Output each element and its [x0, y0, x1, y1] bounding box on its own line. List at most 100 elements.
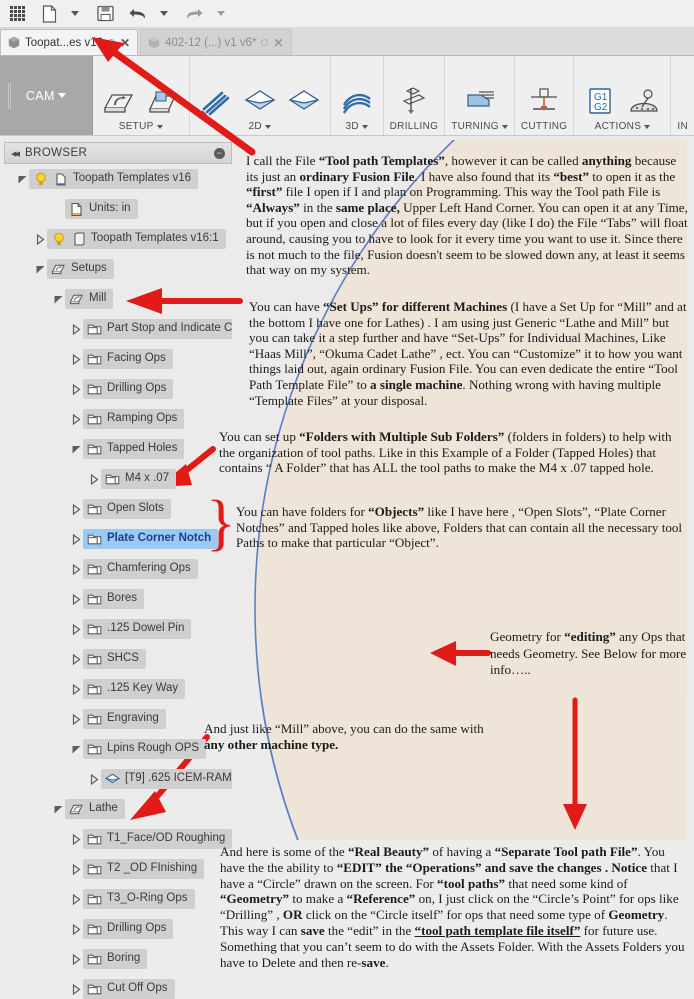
tree-item-pill[interactable]: Bores [83, 589, 145, 609]
tree-item-plate-corner-notch[interactable]: Plate Corner Notch [0, 528, 232, 550]
tree-item-pill[interactable]: Tapped Holes [83, 439, 185, 459]
new-document-dropdown[interactable] [62, 2, 84, 26]
expand-arrow-open-icon[interactable] [70, 744, 83, 755]
2d-face-icon[interactable] [284, 81, 324, 121]
tree-item-pill[interactable]: Open Slots [83, 499, 171, 519]
expand-arrow-closed-icon[interactable] [70, 353, 83, 365]
tree-item-mill[interactable]: Mill [0, 288, 232, 310]
tree-item-setups[interactable]: Setups [0, 258, 232, 280]
expand-arrow-closed-icon[interactable] [70, 653, 83, 665]
tree-item-engraving[interactable]: Engraving [0, 708, 232, 730]
expand-arrow-closed-icon[interactable] [70, 893, 83, 905]
expand-arrow-closed-icon[interactable] [34, 233, 47, 245]
tree-item-pill[interactable]: [T9] .625 ICEM-RAMP [101, 769, 232, 789]
expand-arrow-closed-icon[interactable] [70, 593, 83, 605]
tree-item-pill[interactable]: T3_O-Ring Ops [83, 889, 195, 909]
redo-button[interactable] [183, 2, 206, 26]
tree-item-pill[interactable]: Cut Off Ops [83, 979, 175, 999]
file-tab-inactive[interactable]: 402-12 (...) v1 v6* ✕ [140, 29, 292, 55]
expand-arrow-closed-icon[interactable] [88, 473, 101, 485]
expand-arrow-closed-icon[interactable] [70, 713, 83, 725]
expand-arrow-closed-icon[interactable] [70, 533, 83, 545]
tree-item-pill[interactable]: Units: in [65, 199, 138, 219]
tree-item-pill[interactable]: Toopath Templates v16:1 [47, 229, 226, 249]
tree-item-t3-o-ring-ops[interactable]: T3_O-Ring Ops [0, 888, 232, 910]
ribbon-panel-actions-label[interactable]: ACTIONS [595, 121, 651, 132]
tree-item-pill[interactable]: T2 _OD FInishing [83, 859, 205, 879]
tree-item-pill[interactable]: .125 Key Way [83, 679, 186, 699]
tree-item-t2-od-finishing[interactable]: T2 _OD FInishing [0, 858, 232, 880]
ribbon-panel-cutting-label[interactable]: CUTTING [521, 121, 568, 132]
tree-item-ramping-ops[interactable]: Ramping Ops [0, 408, 232, 430]
3d-adaptive-icon[interactable] [337, 81, 377, 121]
tree-item-pill[interactable]: Boring [83, 949, 148, 969]
tree-item-125-key-way[interactable]: .125 Key Way [0, 678, 232, 700]
expand-arrow-closed-icon[interactable] [70, 383, 83, 395]
tree-item-boring[interactable]: Boring [0, 948, 232, 970]
file-tab-active[interactable]: Toopat...es v16 ✕ [0, 29, 139, 55]
2d-adaptive-icon[interactable] [196, 81, 236, 121]
tree-item-units-in[interactable]: Units: in [0, 198, 232, 220]
2d-pocket-icon[interactable] [240, 81, 280, 121]
tree-item-pill[interactable]: M4 x .07 [101, 469, 177, 489]
expand-arrow-closed-icon[interactable] [70, 323, 83, 335]
close-icon[interactable]: ✕ [273, 37, 283, 49]
tree-item-pill[interactable]: Lathe [65, 799, 125, 819]
expand-arrow-closed-icon[interactable] [70, 503, 83, 515]
tree-item-bores[interactable]: Bores [0, 588, 232, 610]
tree-item-chamfering-ops[interactable]: Chamfering Ops [0, 558, 232, 580]
cutting-icon[interactable] [524, 81, 564, 121]
tree-item-pill[interactable]: Facing Ops [83, 349, 173, 369]
folder-new-icon[interactable] [143, 81, 183, 121]
tree-item-pill[interactable]: Lpins Rough OPS [83, 739, 207, 759]
tree-item-lathe[interactable]: Lathe [0, 798, 232, 820]
tree-item-pill[interactable]: Engraving [83, 709, 166, 729]
expand-arrow-closed-icon[interactable] [88, 773, 101, 785]
ribbon-panel-2d-label[interactable]: 2D [248, 121, 271, 132]
tree-item-pill[interactable]: Chamfering Ops [83, 559, 198, 579]
drilling-icon[interactable] [394, 81, 434, 121]
expand-arrow-closed-icon[interactable] [70, 953, 83, 965]
tree-item-pill[interactable]: Toopath Templates v16 [29, 169, 199, 189]
workspace-switcher[interactable]: CAM [0, 56, 93, 135]
tree-item-tapped-holes[interactable]: Tapped Holes [0, 438, 232, 460]
undo-dropdown[interactable] [151, 2, 173, 26]
tree-item-toopath-templates-v16-1[interactable]: Toopath Templates v16:1 [0, 228, 232, 250]
tree-item-pill[interactable]: Part Stop and Indicate Ce... [83, 319, 232, 339]
simulate-icon[interactable] [624, 81, 664, 121]
tree-item-drilling-ops[interactable]: Drilling Ops [0, 918, 232, 940]
browser-tree[interactable]: Toopath Templates v16 Units: in Toopath Te… [0, 168, 232, 999]
expand-arrow-open-icon[interactable] [52, 294, 65, 305]
tree-item-pill[interactable]: Ramping Ops [83, 409, 185, 429]
expand-arrow-closed-icon[interactable] [70, 923, 83, 935]
setup-icon[interactable] [99, 81, 139, 121]
ribbon-panel-drilling-label[interactable]: DRILLING [390, 121, 439, 132]
tree-item-drilling-ops[interactable]: Drilling Ops [0, 378, 232, 400]
close-icon[interactable]: ✕ [120, 37, 130, 49]
tree-item-toopath-templates-v16[interactable]: Toopath Templates v16 [0, 168, 232, 190]
tree-item-t9-625-icem-ramp[interactable]: [T9] .625 ICEM-RAMP [0, 768, 232, 790]
tree-item-t1-face-od-roughing[interactable]: T1_Face/OD Roughing [0, 828, 232, 850]
tree-item-pill[interactable]: T1_Face/OD Roughing [83, 829, 232, 849]
expand-arrow-closed-icon[interactable] [70, 863, 83, 875]
redo-dropdown[interactable] [208, 2, 230, 26]
expand-arrow-closed-icon[interactable] [70, 833, 83, 845]
expand-arrow-closed-icon[interactable] [70, 623, 83, 635]
tree-item-cut-off-ops[interactable]: Cut Off Ops [0, 978, 232, 999]
tree-item-facing-ops[interactable]: Facing Ops [0, 348, 232, 370]
expand-arrow-open-icon[interactable] [52, 804, 65, 815]
expand-arrow-closed-icon[interactable] [70, 563, 83, 575]
tree-item-pill[interactable]: Mill [65, 289, 114, 309]
app-grid-button[interactable] [6, 2, 28, 26]
expand-arrow-open-icon[interactable] [70, 444, 83, 455]
expand-arrow-closed-icon[interactable] [70, 983, 83, 995]
expand-arrow-open-icon[interactable] [34, 264, 47, 275]
tree-item-pill[interactable]: Drilling Ops [83, 919, 174, 939]
expand-arrow-open-icon[interactable] [16, 174, 29, 185]
save-button[interactable] [94, 2, 116, 26]
tree-item-m4-x-07[interactable]: M4 x .07 [0, 468, 232, 490]
double-chevron-left-icon[interactable]: ◂◂ [11, 147, 20, 160]
new-document-button[interactable] [38, 2, 60, 26]
tree-item-open-slots[interactable]: Open Slots [0, 498, 232, 520]
tree-item-pill[interactable]: .125 Dowel Pin [83, 619, 192, 639]
